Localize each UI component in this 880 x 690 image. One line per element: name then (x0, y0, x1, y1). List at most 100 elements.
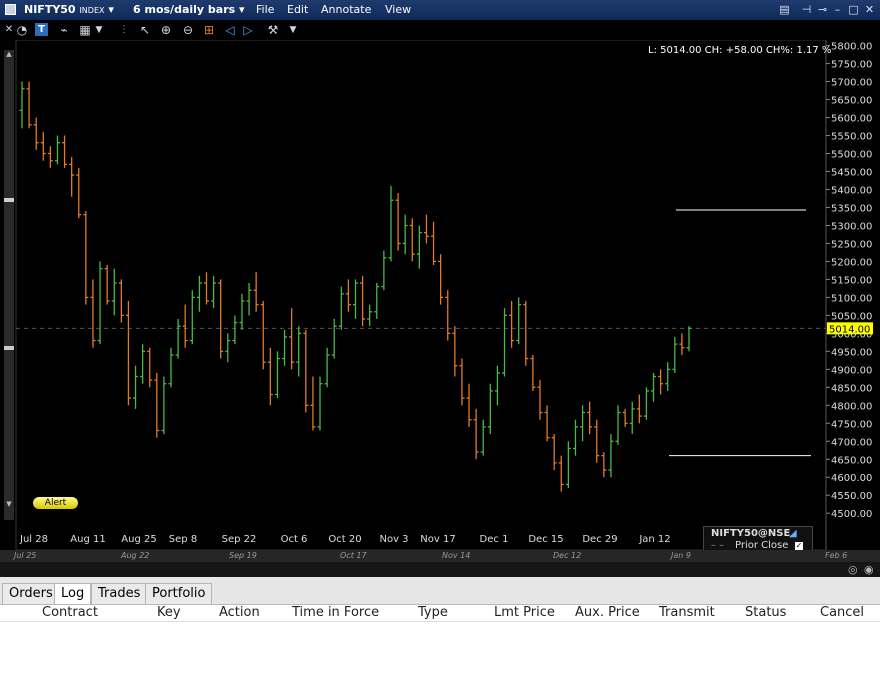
x-tick-label: Nov 3 (379, 534, 408, 545)
pin-icon[interactable]: ⊣ (800, 3, 813, 16)
close-icon[interactable]: ✕ (863, 3, 876, 16)
col-header[interactable]: Time in Force (292, 605, 379, 620)
y-tick-label: 5700.00 (831, 78, 872, 89)
x-tick-label: Jan 12 (638, 534, 670, 545)
tab-portfolio[interactable]: Portfolio (145, 583, 213, 604)
nav-date: Oct 17 (340, 551, 367, 560)
y-tick-label: 5550.00 (831, 132, 872, 143)
y-tick-label: 5650.00 (831, 96, 872, 107)
orders-table-header: Contract Key Action Time in Force Type L… (0, 605, 880, 621)
chevron-down-icon[interactable]: ▼ (285, 22, 301, 38)
menu-file[interactable]: File (256, 3, 274, 16)
x-tick-label: Dec 15 (528, 534, 563, 545)
tab-orders[interactable]: Orders (2, 583, 60, 604)
tool-icon[interactable]: ◢ (789, 528, 797, 539)
y-tick-label: 5400.00 (831, 185, 872, 196)
settings-icon[interactable]: ◉ (864, 563, 874, 576)
zoom-out-icon[interactable]: ⊖ (180, 22, 196, 38)
y-tick-label: 4700.00 (831, 437, 872, 448)
y-tick-label: 4850.00 (831, 383, 872, 394)
y-tick-label: 4800.00 (831, 401, 872, 412)
legend-title: NIFTY50@NSE (711, 528, 791, 539)
y-tick-label: 5100.00 (831, 293, 872, 304)
scroll-left-icon[interactable]: ◁ (222, 22, 238, 38)
x-tick-label: Dec 29 (582, 534, 617, 545)
last-price-label: 5014.00 (829, 324, 870, 335)
nav-date: Aug 22 (121, 551, 150, 560)
y-tick-label: 4650.00 (831, 455, 872, 466)
nav-date: Jan 9 (671, 551, 691, 560)
x-tick-label: Oct 6 (281, 534, 308, 545)
y-tick-label: 5750.00 (831, 60, 872, 71)
y-tick-label: 4750.00 (831, 419, 872, 430)
tab-trades[interactable]: Trades (91, 583, 148, 604)
maximize-icon[interactable]: □ (847, 3, 860, 16)
x-tick-label: Jul 28 (19, 534, 48, 545)
tab-log[interactable]: Log (54, 583, 92, 604)
bar-style-icon[interactable]: ⫶ (116, 22, 132, 38)
settings-wrench-icon[interactable]: ⚒ (265, 22, 281, 38)
y-tick-label: 4900.00 (831, 365, 872, 376)
col-header[interactable]: Action (219, 605, 260, 620)
y-tick-label: 4950.00 (831, 347, 872, 358)
nav-date: Jul 25 (14, 551, 37, 560)
alert-button[interactable]: Alert (33, 497, 78, 509)
plot-frame (15, 40, 827, 550)
timeframe-label: 6 mos/daily bars (133, 3, 236, 16)
prior-close-checkbox[interactable]: ✓ (795, 542, 803, 550)
symbol-selector[interactable]: NIFTY50 INDEX ▾ (24, 3, 114, 16)
nav-date: Nov 14 (442, 551, 471, 560)
col-header[interactable]: Aux. Price (575, 605, 640, 620)
nav-date: Sep 19 (229, 551, 257, 560)
y-tick-label: 5600.00 (831, 114, 872, 125)
y-tick-label: 5450.00 (831, 167, 872, 178)
window-titlebar: NIFTY50 INDEX ▾ 6 mos/daily bars ▾ File … (0, 0, 880, 20)
symbol-name: NIFTY50 (24, 3, 76, 16)
text-tool-icon[interactable]: T (35, 23, 48, 36)
col-header[interactable]: Type (418, 605, 448, 620)
scroll-right-icon[interactable]: ▷ (240, 22, 256, 38)
timeframe-selector[interactable]: 6 mos/daily bars ▾ (133, 3, 245, 16)
link-icon[interactable]: ⊸ (816, 3, 829, 16)
x-tick-label: Sep 8 (169, 534, 197, 545)
minimize-icon[interactable]: – (831, 3, 844, 16)
col-header[interactable]: Key (157, 605, 181, 620)
col-header[interactable]: Contract (42, 605, 98, 620)
line-chart-icon[interactable]: ⌁ (56, 22, 72, 38)
chart-area[interactable]: ▲ ▼ 5800.00 5750.00 5700.00 5650.00 5600.00 5… (0, 40, 880, 556)
y-tick-label: 5800.00 (831, 42, 872, 53)
chevron-down-icon[interactable]: ▼ (91, 22, 107, 38)
menu-edit[interactable]: Edit (287, 3, 308, 16)
app-logo-icon (5, 4, 16, 15)
y-tick-label: 5500.00 (831, 150, 872, 161)
orders-panel: Orders Log Trades Portfolio Contract Key… (0, 577, 880, 690)
col-header[interactable]: Cancel (820, 605, 864, 620)
y-tick-label: 5150.00 (831, 275, 872, 286)
y-tick-label: 5050.00 (831, 311, 872, 322)
menu-annotate[interactable]: Annotate (321, 3, 371, 16)
divider (0, 621, 880, 622)
zoom-in-icon[interactable]: ⊕ (158, 22, 174, 38)
panel-tabs: Orders Log Trades Portfolio (0, 577, 880, 605)
x-tick-label: Aug 25 (121, 534, 156, 545)
y-tick-label: 5250.00 (831, 239, 872, 250)
chevron-down-icon: ▾ (108, 3, 114, 16)
col-header[interactable]: Transmit (659, 605, 715, 620)
nav-date: Feb 6 (825, 551, 848, 560)
col-header[interactable]: Status (745, 605, 786, 620)
chevron-down-icon: ▾ (239, 3, 245, 16)
y-tick-label: 5350.00 (831, 203, 872, 214)
price-chart[interactable]: 5800.00 5750.00 5700.00 5650.00 5600.00 5550.… (0, 40, 880, 550)
print-icon[interactable]: ▤ (778, 3, 791, 16)
x-tick-label: Nov 17 (420, 534, 455, 545)
col-header[interactable]: Lmt Price (494, 605, 555, 620)
cursor-icon[interactable]: ↖ (137, 22, 153, 38)
menu-view[interactable]: View (385, 3, 411, 16)
y-tick-label: 5300.00 (831, 221, 872, 232)
date-navigator[interactable]: Jul 25 Aug 22 Sep 19 Oct 17 Nov 14 Dec 1… (0, 550, 880, 562)
clock-icon[interactable]: ◔ (14, 22, 30, 38)
x-tick-label: Aug 11 (70, 534, 105, 545)
refresh-icon[interactable]: ◎ (848, 563, 858, 576)
crosshair-icon[interactable]: ⊞ (201, 22, 217, 38)
chart-toolbar: ✕ ◔ T ⌁ ▦ ▼ ⫶ ↖ ⊕ ⊖ ⊞ ◁ ▷ ⚒ ▼ (0, 20, 880, 40)
